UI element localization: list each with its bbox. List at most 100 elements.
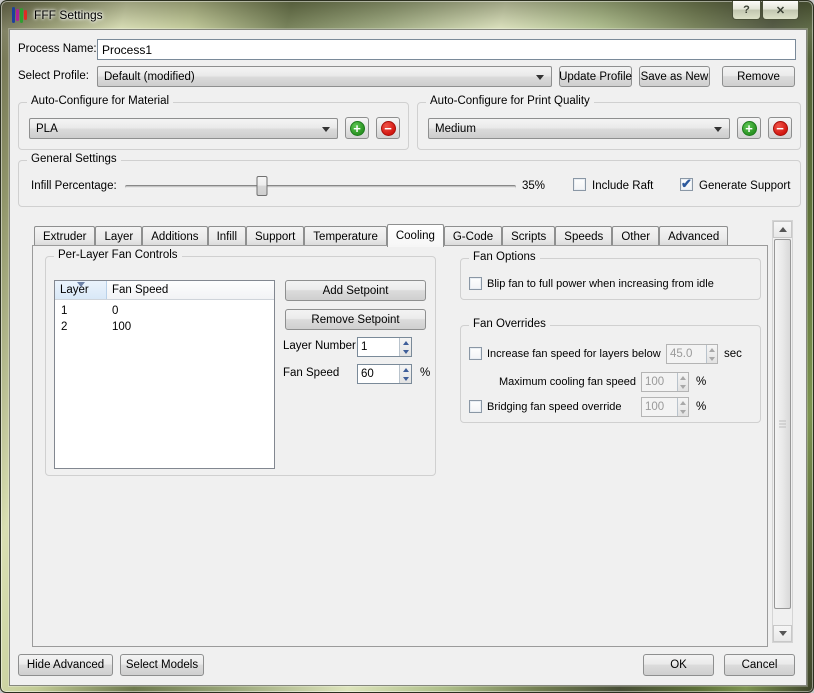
fan-setpoint-table[interactable]: Layer Fan Speed 1 0 2 100 bbox=[54, 280, 275, 469]
spin-up-icon[interactable] bbox=[678, 373, 688, 382]
tab-gcode[interactable]: G-Code bbox=[443, 226, 503, 246]
per-layer-fan-groupbox: Per-Layer Fan Controls Layer Fan Speed 1… bbox=[45, 249, 436, 476]
spin-up-icon[interactable] bbox=[400, 365, 411, 374]
generate-support-label: Generate Support bbox=[699, 180, 791, 192]
layer-number-label: Layer Number bbox=[283, 340, 356, 352]
max-cooling-input[interactable] bbox=[642, 373, 677, 391]
tab-other[interactable]: Other bbox=[612, 226, 660, 246]
max-cooling-label: Maximum cooling fan speed bbox=[499, 376, 636, 388]
tab-advanced[interactable]: Advanced bbox=[659, 226, 729, 246]
ok-button[interactable]: OK bbox=[643, 654, 714, 676]
spin-up-icon[interactable] bbox=[400, 338, 411, 347]
increase-fan-label: Increase fan speed for layers below bbox=[487, 348, 661, 360]
max-cooling-spinner[interactable] bbox=[641, 372, 689, 392]
profile-dropdown[interactable]: Default (modified) bbox=[97, 66, 552, 87]
cooling-tab-panel: Per-Layer Fan Controls Layer Fan Speed 1… bbox=[32, 245, 768, 647]
infill-percentage-value: 35% bbox=[522, 180, 546, 192]
bridging-fan-label: Bridging fan speed override bbox=[487, 401, 622, 413]
table-row[interactable]: 1 0 bbox=[55, 305, 274, 321]
tab-speeds[interactable]: Speeds bbox=[555, 226, 613, 246]
increase-fan-checkbox[interactable] bbox=[469, 347, 482, 360]
tab-additions[interactable]: Additions bbox=[142, 226, 208, 246]
select-models-button[interactable]: Select Models bbox=[120, 654, 204, 676]
tab-support[interactable]: Support bbox=[246, 226, 305, 246]
settings-tabbar: Extruder Layer Additions Infill Support … bbox=[34, 224, 729, 247]
layer-number-spinner[interactable] bbox=[357, 337, 412, 357]
material-dropdown-value: PLA bbox=[36, 122, 58, 135]
tab-scripts[interactable]: Scripts bbox=[502, 226, 556, 246]
help-button[interactable]: ? bbox=[732, 1, 761, 20]
column-header-fan-speed[interactable]: Fan Speed bbox=[107, 281, 274, 299]
spin-down-icon[interactable] bbox=[678, 407, 688, 416]
scroll-up-icon[interactable] bbox=[773, 221, 792, 238]
quality-group-title: Auto-Configure for Print Quality bbox=[426, 95, 594, 107]
remove-material-button[interactable]: − bbox=[376, 117, 400, 139]
bridging-fan-checkbox[interactable] bbox=[469, 400, 482, 413]
minus-icon: − bbox=[380, 120, 396, 136]
spin-down-icon[interactable] bbox=[400, 347, 411, 356]
hide-advanced-button[interactable]: Hide Advanced bbox=[18, 654, 113, 676]
quality-groupbox: Auto-Configure for Print Quality Medium … bbox=[417, 95, 801, 150]
tab-layer[interactable]: Layer bbox=[95, 226, 143, 246]
remove-setpoint-button[interactable]: Remove Setpoint bbox=[285, 309, 426, 330]
bridging-fan-input[interactable] bbox=[642, 398, 677, 416]
layer-number-input[interactable] bbox=[358, 338, 400, 356]
spin-up-icon[interactable] bbox=[707, 345, 717, 354]
spin-down-icon[interactable] bbox=[400, 374, 411, 383]
remove-quality-button[interactable]: − bbox=[768, 117, 792, 139]
add-setpoint-button[interactable]: Add Setpoint bbox=[285, 280, 426, 301]
fan-setpoint-table-header[interactable]: Layer Fan Speed bbox=[55, 281, 274, 300]
spin-down-icon[interactable] bbox=[707, 354, 717, 363]
fan-speed-spinner[interactable] bbox=[357, 364, 412, 384]
scrollbar-thumb[interactable] bbox=[774, 239, 791, 609]
dialog-body: Process Name: Select Profile: Default (m… bbox=[9, 29, 807, 686]
per-layer-fan-title: Per-Layer Fan Controls bbox=[54, 249, 182, 261]
fan-speed-input[interactable] bbox=[358, 365, 400, 383]
column-header-layer[interactable]: Layer bbox=[55, 281, 107, 299]
tab-extruder[interactable]: Extruder bbox=[34, 226, 96, 246]
tab-infill[interactable]: Infill bbox=[207, 226, 247, 246]
add-material-button[interactable]: + bbox=[345, 117, 369, 139]
close-button[interactable]: ✕ bbox=[762, 1, 799, 20]
material-dropdown[interactable]: PLA bbox=[29, 118, 338, 139]
blip-fan-checkbox[interactable] bbox=[469, 277, 482, 290]
fan-speed-label: Fan Speed bbox=[283, 367, 340, 379]
quality-dropdown[interactable]: Medium bbox=[428, 118, 730, 139]
increase-fan-input[interactable] bbox=[667, 345, 706, 363]
infill-slider-handle[interactable] bbox=[256, 176, 268, 196]
vertical-scrollbar[interactable] bbox=[772, 220, 793, 643]
scroll-down-icon[interactable] bbox=[773, 625, 792, 642]
fan-options-groupbox: Fan Options Blip fan to full power when … bbox=[460, 251, 761, 300]
generate-support-checkbox[interactable] bbox=[680, 176, 693, 192]
blip-fan-label: Blip fan to full power when increasing f… bbox=[487, 278, 714, 290]
infill-percentage-label: Infill Percentage: bbox=[31, 180, 117, 192]
fan-options-title: Fan Options bbox=[469, 251, 540, 263]
tab-temperature[interactable]: Temperature bbox=[304, 226, 387, 246]
save-as-new-button[interactable]: Save as New bbox=[639, 66, 710, 87]
titlebar[interactable]: FFF Settings bbox=[1, 1, 813, 29]
fan-overrides-groupbox: Fan Overrides Increase fan speed for lay… bbox=[460, 318, 761, 423]
infill-slider[interactable] bbox=[125, 176, 516, 196]
material-groupbox: Auto-Configure for Material PLA + − bbox=[18, 95, 409, 150]
plus-icon: + bbox=[349, 120, 365, 136]
spin-down-icon[interactable] bbox=[678, 382, 688, 391]
include-raft-checkbox[interactable] bbox=[573, 178, 586, 191]
cell-layer: 2 bbox=[61, 321, 68, 333]
app-icon bbox=[11, 7, 28, 24]
process-name-label: Process Name: bbox=[18, 43, 97, 55]
help-icon: ? bbox=[743, 4, 750, 16]
remove-profile-button[interactable]: Remove bbox=[722, 66, 795, 87]
include-raft-label: Include Raft bbox=[592, 180, 654, 192]
spinner-arrows bbox=[399, 338, 411, 356]
increase-fan-unit: sec bbox=[724, 348, 742, 360]
table-row[interactable]: 2 100 bbox=[55, 321, 274, 337]
spin-up-icon[interactable] bbox=[678, 398, 688, 407]
tab-cooling[interactable]: Cooling bbox=[386, 224, 444, 247]
process-name-input[interactable] bbox=[97, 39, 796, 60]
bridging-fan-spinner[interactable] bbox=[641, 397, 689, 417]
cancel-button[interactable]: Cancel bbox=[724, 654, 795, 676]
cell-fan-speed: 100 bbox=[112, 321, 132, 333]
increase-fan-spinner[interactable] bbox=[666, 344, 718, 364]
add-quality-button[interactable]: + bbox=[737, 117, 761, 139]
update-profile-button[interactable]: Update Profile bbox=[559, 66, 632, 87]
